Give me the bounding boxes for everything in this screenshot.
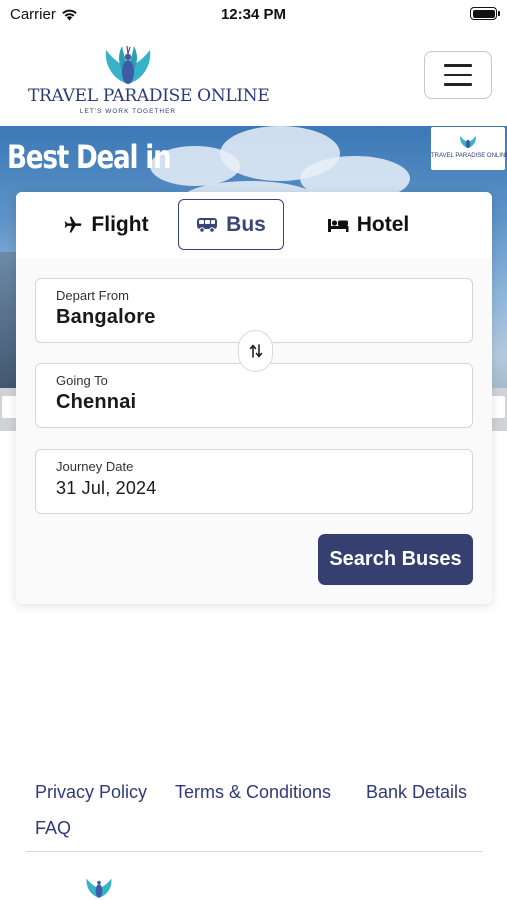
hamburger-menu-icon [444, 64, 472, 67]
terms-conditions-link[interactable]: Terms & Conditions [175, 782, 331, 803]
tab-hotel[interactable]: Hotel [308, 199, 428, 250]
brand-name: TRAVEL PARADISE ONLINE [28, 86, 270, 106]
booking-tabs: Flight Bus Hotel [16, 192, 492, 258]
swap-cities-button[interactable] [238, 330, 273, 372]
journey-date-label: Journey Date [56, 459, 134, 474]
depart-from-label: Depart From [56, 288, 129, 303]
faq-link[interactable]: FAQ [35, 818, 71, 839]
banner-headline: Best Deal in [7, 138, 172, 176]
tab-bus-label: Bus [226, 212, 266, 236]
status-time: 12:34 PM [220, 6, 287, 23]
footer-divider [26, 851, 482, 852]
airplane-icon [65, 216, 82, 232]
brand-logo[interactable]: TRAVEL PARADISE ONLINE LET'S WORK TOGETH… [28, 36, 270, 116]
app-header: TRAVEL PARADISE ONLINE LET'S WORK TOGETH… [0, 28, 507, 126]
tab-flight-label: Flight [91, 212, 149, 236]
journey-date-field[interactable]: Journey Date 31 Jul, 2024 [35, 449, 473, 514]
swap-arrows-icon [249, 344, 262, 358]
banner-logo: TRAVEL PARADISE ONLINE [431, 127, 507, 170]
peacock-logo-icon [460, 136, 476, 149]
peacock-logo-icon [86, 878, 112, 898]
privacy-policy-link[interactable]: Privacy Policy [35, 782, 147, 803]
tab-bus[interactable]: Bus [178, 199, 284, 250]
tab-flight[interactable]: Flight [36, 199, 176, 250]
menu-button[interactable] [424, 51, 492, 99]
going-to-label: Going To [56, 373, 108, 388]
journey-date-value: 31 Jul, 2024 [56, 478, 157, 498]
bank-details-link[interactable]: Bank Details [366, 782, 467, 803]
status-bar: Carrier 12:34 PM [0, 0, 507, 28]
peacock-logo-icon [105, 45, 151, 84]
bed-icon [327, 218, 349, 232]
bus-icon [197, 217, 218, 233]
going-to-field[interactable]: Going To Chennai [35, 363, 473, 428]
search-buses-button[interactable]: Search Buses [318, 534, 473, 585]
brand-tagline: LET'S WORK TOGETHER [79, 108, 177, 115]
going-to-value: Chennai [56, 391, 137, 413]
depart-from-value: Bangalore [56, 306, 156, 328]
tab-hotel-label: Hotel [356, 212, 410, 236]
battery-icon [470, 7, 500, 20]
booking-card: Flight Bus Hotel Depart From Bangalore G… [16, 192, 492, 604]
banner-logo-text: TRAVEL PARADISE ONLINE [431, 153, 507, 159]
